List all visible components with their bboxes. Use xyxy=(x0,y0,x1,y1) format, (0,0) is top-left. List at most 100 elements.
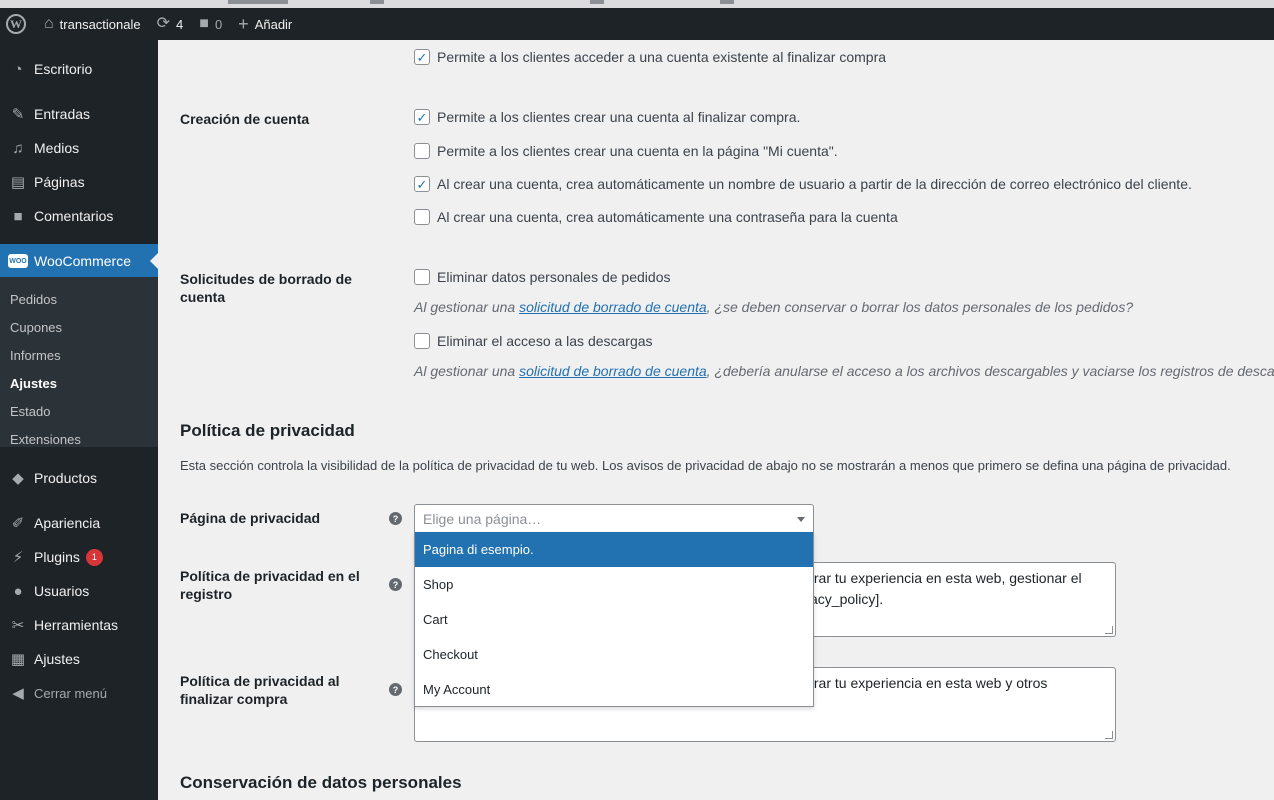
wp-logo-button[interactable]: W xyxy=(0,8,36,40)
option-label: Al crear una cuenta, crea automáticament… xyxy=(437,176,1192,192)
comment-bubble-icon: ■ xyxy=(199,15,209,32)
submenu-item-cupones[interactable]: Cupones xyxy=(10,320,62,335)
user-icon: ● xyxy=(13,582,23,600)
plus-icon: + xyxy=(238,14,249,34)
account-creation-option-myaccount[interactable]: Permite a los clientes crear una cuenta … xyxy=(414,143,838,159)
checkbox-checked[interactable]: ✓ xyxy=(414,176,430,192)
erasure-downloads-description: Al gestionar una solicitud de borrado de… xyxy=(414,363,1274,379)
sidebar-item-comentarios[interactable]: ■ Comentarios xyxy=(0,199,158,233)
home-icon: ⌂ xyxy=(44,15,54,32)
submenu-item-ajustes[interactable]: Ajustes xyxy=(10,376,57,391)
dropdown-option-my-account[interactable]: My Account xyxy=(415,672,813,707)
select-placeholder: Elige una página… xyxy=(423,511,542,527)
sidebar-item-label: Medios xyxy=(34,140,80,156)
account-creation-option-checkout[interactable]: ✓ Permite a los clientes crear una cuent… xyxy=(414,109,800,125)
browser-tab-strip xyxy=(0,0,1274,8)
sidebar-item-medios[interactable]: ♫ Medios xyxy=(0,131,158,165)
textarea-line: jorar tu experiencia en esta web y otros xyxy=(803,675,1048,691)
sidebar-item-entradas[interactable]: ✎ Entradas xyxy=(0,97,158,131)
sidebar-item-usuarios[interactable]: ● Usuarios xyxy=(0,574,158,608)
dropdown-option-checkout[interactable]: Checkout xyxy=(415,637,813,672)
erasure-downloads-option[interactable]: Eliminar el acceso a las descargas xyxy=(414,333,653,349)
collapse-menu-label: Cerrar menú xyxy=(34,685,107,701)
textarea-line: vacy_policy]. xyxy=(803,591,884,607)
add-new-label: Añadir xyxy=(254,16,293,32)
wordpress-icon: W xyxy=(6,14,26,34)
privacy-page-label: Página de privacidad xyxy=(180,510,321,526)
submenu-item-pedidos[interactable]: Pedidos xyxy=(10,292,57,307)
site-name-label: transactionale xyxy=(59,16,141,32)
sidebar-item-herramientas[interactable]: ✂ Herramientas xyxy=(0,608,158,642)
admin-sidebar: ◔ Escritorio ✎ Entradas ♫ Medios ▤ Págin… xyxy=(0,40,158,800)
account-creation-option-username[interactable]: ✓ Al crear una cuenta, crea automáticame… xyxy=(414,176,1192,192)
option-label: Eliminar datos personales de pedidos xyxy=(437,269,671,285)
collapse-arrow-icon: ◀ xyxy=(12,685,24,702)
checkbox-checked[interactable]: ✓ xyxy=(414,49,430,65)
box-icon: ◆ xyxy=(12,470,24,487)
media-icon: ♫ xyxy=(12,139,24,157)
submenu-item-extensiones[interactable]: Extensiones xyxy=(10,432,81,447)
add-new-link[interactable]: + Añadir xyxy=(230,8,300,40)
plugins-update-badge: 1 xyxy=(85,548,103,566)
resize-handle-icon[interactable] xyxy=(1105,626,1113,634)
settings-content: ✓ Permite a los clientes acceder a una c… xyxy=(158,40,1274,800)
help-tip-icon[interactable]: ? xyxy=(389,683,402,696)
erasure-requests-label: Solicitudes de borrado de cuenta xyxy=(180,271,352,305)
help-tip-icon[interactable]: ? xyxy=(389,578,402,591)
checkbox-unchecked[interactable] xyxy=(414,143,430,159)
comments-count: 0 xyxy=(214,16,223,32)
erasure-request-link[interactable]: solicitud de borrado de cuenta xyxy=(519,299,707,315)
sidebar-item-label: WooCommerce xyxy=(34,253,131,269)
dropdown-arrow-icon xyxy=(797,517,805,522)
erasure-request-link[interactable]: solicitud de borrado de cuenta xyxy=(519,363,707,379)
submenu-item-estado[interactable]: Estado xyxy=(10,404,50,419)
checkbox-checked[interactable]: ✓ xyxy=(414,109,430,125)
erasure-order-data-description: Al gestionar una solicitud de borrado de… xyxy=(414,299,1134,315)
sidebar-item-label: Herramientas xyxy=(34,617,119,633)
option-label: Permite a los clientes acceder a una cue… xyxy=(437,49,887,65)
site-name-link[interactable]: ⌂ transactionale xyxy=(36,8,149,40)
registration-privacy-label: Política de privacidad en el registro xyxy=(180,568,360,602)
checkbox-unchecked[interactable] xyxy=(414,333,430,349)
sidebar-item-label: Apariencia xyxy=(34,515,101,531)
wrench-icon: ✂ xyxy=(11,617,25,634)
sidebar-item-label: Páginas xyxy=(34,174,85,190)
option-label: Eliminar el acceso a las descargas xyxy=(437,333,653,349)
sidebar-item-ajustes[interactable]: ▦ Ajustes xyxy=(0,642,158,676)
erasure-order-data-option[interactable]: Eliminar datos personales de pedidos xyxy=(414,269,670,285)
checkbox-unchecked[interactable] xyxy=(414,209,430,225)
sidebar-item-paginas[interactable]: ▤ Páginas xyxy=(0,165,158,199)
login-at-checkout-option[interactable]: ✓ Permite a los clientes acceder a una c… xyxy=(414,49,886,65)
sidebar-item-plugins[interactable]: ⚡ Plugins 1 xyxy=(0,540,158,574)
refresh-icon: ⟳ xyxy=(156,15,171,32)
brush-icon: ✐ xyxy=(11,515,25,532)
option-label: Permite a los clientes crear una cuenta … xyxy=(437,109,801,125)
settings-icon: ▦ xyxy=(10,651,26,668)
resize-handle-icon[interactable] xyxy=(1105,731,1113,739)
sidebar-item-label: Comentarios xyxy=(34,208,114,224)
plug-icon: ⚡ xyxy=(12,549,24,566)
textarea-line: jorar tu experiencia en esta web, gestio… xyxy=(803,570,1082,586)
sidebar-item-escritorio[interactable]: ◔ Escritorio xyxy=(0,52,158,86)
dropdown-option-pagina-di-esempio[interactable]: Pagina di esempio. xyxy=(415,532,813,567)
dropdown-option-shop[interactable]: Shop xyxy=(415,567,813,602)
updates-link[interactable]: ⟳ 4 xyxy=(149,8,192,40)
admin-bar: W ⌂ transactionale ⟳ 4 ■ 0 + Añadir xyxy=(0,8,1274,40)
checkbox-unchecked[interactable] xyxy=(414,269,430,285)
sidebar-item-woocommerce[interactable]: WOO WooCommerce xyxy=(0,244,158,278)
help-tip-icon[interactable]: ? xyxy=(389,512,402,525)
sidebar-item-label: Entradas xyxy=(34,106,91,122)
privacy-page-select[interactable]: Elige una página… xyxy=(414,504,814,534)
dropdown-option-cart[interactable]: Cart xyxy=(415,602,813,637)
woo-icon: WOO xyxy=(8,251,28,271)
sidebar-item-apariencia[interactable]: ✐ Apariencia xyxy=(0,506,158,540)
checkout-privacy-label: Política de privacidad al finalizar comp… xyxy=(180,673,340,707)
data-retention-heading: Conservación de datos personales xyxy=(180,773,462,792)
woocommerce-submenu: Pedidos Cupones Informes Ajustes Estado … xyxy=(0,277,158,447)
collapse-menu-button[interactable]: ◀ Cerrar menú xyxy=(0,676,158,710)
sidebar-item-productos[interactable]: ◆ Productos xyxy=(0,461,158,495)
account-creation-option-password[interactable]: Al crear una cuenta, crea automáticament… xyxy=(414,209,898,225)
submenu-item-informes[interactable]: Informes xyxy=(10,348,61,363)
comments-link[interactable]: ■ 0 xyxy=(191,8,230,40)
sidebar-item-label: Ajustes xyxy=(34,651,80,667)
